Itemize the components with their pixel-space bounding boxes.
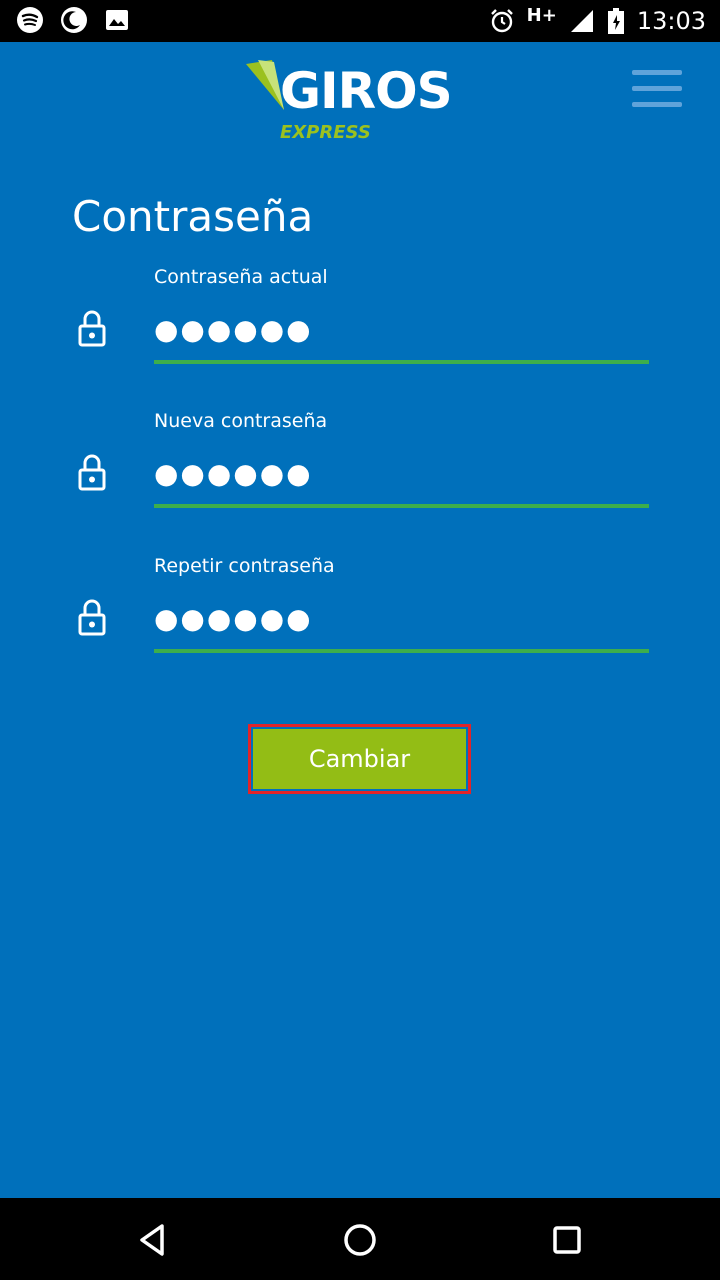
current-password-field: Contraseña actual (0, 266, 720, 386)
change-password-button[interactable]: Cambiar (248, 724, 471, 794)
moon-icon (61, 7, 87, 33)
repeat-password-label: Repetir contraseña (154, 555, 335, 577)
system-nav-bar (0, 1198, 720, 1280)
clock: 13:03 (636, 7, 706, 35)
signal-icon (570, 10, 593, 32)
repeat-password-input[interactable] (154, 593, 649, 643)
giros-express-logo: GIROS EXPRESS (244, 58, 454, 148)
image-icon (106, 10, 128, 30)
current-password-input[interactable] (154, 304, 649, 354)
hamburger-menu-icon[interactable] (632, 70, 682, 110)
current-password-label: Contraseña actual (154, 266, 328, 288)
battery-icon (607, 8, 624, 34)
network-type: H+ (526, 4, 557, 26)
logo-main-text: GIROS (280, 62, 453, 120)
lock-icon (78, 454, 106, 491)
lock-icon (78, 599, 106, 636)
new-password-label: Nueva contraseña (154, 410, 328, 432)
back-icon[interactable] (132, 1218, 176, 1262)
lock-icon (78, 310, 106, 347)
repeat-password-field: Repetir contraseña (0, 555, 720, 675)
field-underline (154, 504, 649, 508)
logo-sub-text: EXPRESS (280, 122, 371, 143)
status-bar: H+ 13:03 (0, 0, 720, 42)
page-title: Contraseña (72, 192, 314, 241)
change-password-button-label[interactable]: Cambiar (253, 729, 466, 789)
spotify-icon (17, 7, 43, 33)
new-password-field: Nueva contraseña (0, 410, 720, 530)
recents-icon[interactable] (545, 1218, 589, 1262)
field-underline (154, 649, 649, 653)
new-password-input[interactable] (154, 448, 649, 498)
field-underline (154, 360, 649, 364)
home-icon[interactable] (338, 1218, 382, 1262)
alarm-icon (490, 9, 513, 33)
